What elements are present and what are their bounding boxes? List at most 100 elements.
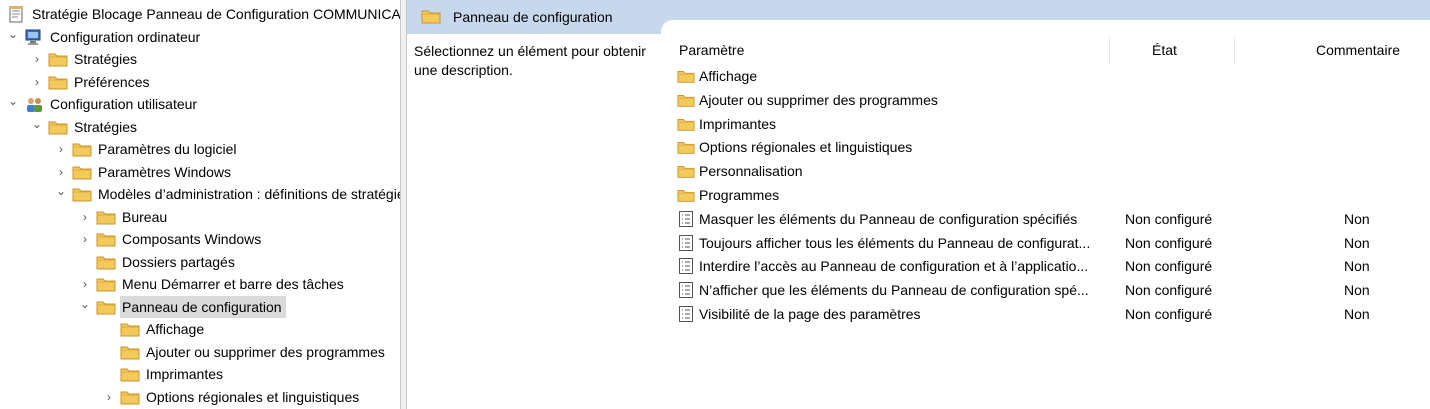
tree-item[interactable]: Stratégie Blocage Panneau de Configurati… (6, 3, 400, 25)
tree-item[interactable]: Dossiers partagés (78, 251, 239, 273)
column-header-commentaire[interactable]: Commentaire (1316, 36, 1400, 64)
folder-row[interactable]: Ajouter ou supprimer des programmes (673, 88, 1430, 112)
details-header: Panneau de configuration (407, 0, 1430, 34)
tree-item[interactable]: › Composants Windows (78, 228, 265, 250)
chevron-down-icon[interactable]: ⌄ (54, 180, 68, 202)
chevron-right-icon[interactable]: › (54, 138, 68, 160)
folder-icon (96, 208, 116, 226)
row-name: Personnalisation (699, 163, 803, 180)
setting-icon (677, 257, 695, 275)
row-name: Imprimantes (699, 115, 777, 132)
pane-splitter[interactable] (400, 0, 407, 409)
tree-item[interactable]: ⌄ Configuration ordinateur (6, 26, 204, 48)
tree-item-label: Panneau de configuration (120, 295, 286, 318)
folder-icon (72, 140, 92, 158)
tree-item-label: Stratégies (74, 51, 138, 67)
description-text: Sélectionnez un élément pour obtenir une… (414, 43, 646, 78)
row-state: Non configuré (1125, 234, 1213, 251)
details-pane: Panneau de configuration Sélectionnez un… (407, 0, 1430, 409)
folder-icon (120, 320, 140, 338)
tree-item[interactable]: Affichage (102, 318, 208, 340)
tree-item[interactable]: › Paramètres Windows (54, 161, 235, 183)
tree-item[interactable]: Ajouter ou supprimer des programmes (102, 341, 389, 363)
tree-item-label: Ajouter ou supprimer des programmes (146, 343, 385, 360)
row-state: Non configuré (1125, 306, 1213, 322)
tree-item[interactable]: › Stratégies (30, 48, 141, 70)
tree-item-label: Composants Windows (122, 231, 262, 247)
tree-item-label: Stratégies (74, 118, 138, 135)
folder-row[interactable]: Affichage (673, 64, 1430, 88)
folder-icon (48, 73, 68, 91)
row-comment: Non (1344, 234, 1370, 251)
folder-icon (72, 185, 92, 203)
folder-icon (48, 50, 68, 68)
setting-row[interactable]: Visibilité de la page des paramètres Non … (673, 302, 1430, 326)
tree-item-label: Modèles d’administration : définitions d… (98, 186, 400, 202)
chevron-right-icon[interactable]: › (78, 228, 92, 250)
row-name: Toujours afficher tous les éléments du P… (699, 234, 1091, 251)
row-comment: Non (1344, 210, 1370, 227)
folder-icon (120, 343, 140, 361)
folder-icon (120, 365, 140, 383)
tree-item-label: Configuration utilisateur (50, 96, 198, 112)
row-name: Visibilité de la page des paramètres (699, 306, 921, 322)
folder-icon (677, 162, 695, 180)
folder-icon (120, 388, 140, 406)
tree-item[interactable]: › Bureau (78, 206, 171, 228)
tree-item[interactable]: › Options régionales et linguistiques (102, 386, 363, 408)
tree-item[interactable]: › Menu Démarrer et barre des tâches (78, 273, 348, 295)
row-name: Affichage (699, 68, 758, 84)
tree-item[interactable]: ⌄ Stratégies (30, 116, 141, 138)
setting-row[interactable]: Toujours afficher tous les éléments du P… (673, 231, 1430, 255)
tree-item[interactable]: ⌄ Panneau de configuration (78, 293, 286, 318)
folder-icon (48, 118, 68, 136)
folder-icon (72, 163, 92, 181)
tree-item[interactable]: › Paramètres du logiciel (54, 138, 241, 160)
setting-row[interactable]: Masquer les éléments du Panneau de confi… (673, 207, 1430, 231)
column-header-etat[interactable]: État (1152, 36, 1177, 64)
users-icon (24, 95, 44, 113)
folder-icon (96, 253, 116, 271)
folder-icon (677, 138, 695, 156)
chevron-down-icon[interactable]: ⌄ (78, 293, 92, 315)
chevron-right-icon[interactable]: › (102, 386, 116, 408)
chevron-down-icon[interactable]: ⌄ (6, 90, 20, 112)
folder-icon (677, 115, 695, 133)
tree-item-label: Paramètres du logiciel (98, 141, 237, 157)
setting-row[interactable]: N’afficher que les éléments du Panneau d… (673, 278, 1430, 302)
tree-item-label: Configuration ordinateur (50, 28, 201, 45)
folder-row[interactable]: Personnalisation (673, 159, 1430, 183)
tree-item-label: Menu Démarrer et barre des tâches (122, 276, 344, 292)
folder-row[interactable]: Imprimantes (673, 112, 1430, 136)
chevron-right-icon[interactable]: › (78, 206, 92, 228)
folder-row[interactable]: Programmes (673, 183, 1430, 207)
chevron-right-icon[interactable]: › (30, 71, 44, 93)
row-state: Non configuré (1125, 258, 1213, 275)
chevron-right-icon[interactable]: › (30, 48, 44, 70)
folder-icon (677, 67, 695, 85)
row-name: N’afficher que les éléments du Panneau d… (699, 282, 1089, 299)
tree-item-label: Stratégie Blocage Panneau de Configurati… (32, 6, 400, 22)
tree-item-label: Bureau (122, 208, 168, 225)
setting-icon (677, 210, 695, 228)
setting-row[interactable]: Interdire l’accès au Panneau de configur… (673, 254, 1430, 278)
row-state: Non configuré (1125, 282, 1213, 299)
chevron-down-icon[interactable]: ⌄ (6, 23, 20, 45)
chevron-down-icon[interactable]: ⌄ (30, 113, 44, 135)
tree-item[interactable]: Imprimantes (102, 363, 227, 385)
row-state: Non configuré (1125, 210, 1213, 227)
setting-icon (677, 305, 695, 323)
setting-icon (677, 234, 695, 252)
tree-item-label: Préférences (74, 73, 150, 90)
tree-item-label: Paramètres Windows (98, 163, 232, 180)
tree-item-label: Options régionales et linguistiques (146, 388, 360, 405)
tree-item[interactable]: › Préférences (30, 71, 153, 93)
tree-item-label: Dossiers partagés (122, 253, 235, 270)
folder-row[interactable]: Options régionales et linguistiques (673, 135, 1430, 159)
tree-item-label: Imprimantes (146, 366, 224, 382)
row-comment: Non (1344, 258, 1370, 275)
row-name: Options régionales et linguistiques (699, 139, 913, 156)
tree-item[interactable]: ⌄ Modèles d’administration : définitions … (54, 183, 400, 205)
column-header-parametre[interactable]: Paramètre (679, 36, 744, 64)
row-comment: Non (1344, 282, 1370, 299)
